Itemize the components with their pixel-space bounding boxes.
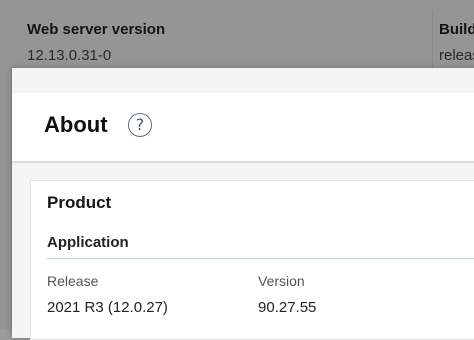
release-value: 2021 R3 (12.0.27) [47,299,168,316]
question-mark-circle-icon: ? [135,115,145,134]
section-divider [47,258,474,259]
card-title: Product [47,193,112,212]
build-value: release [439,47,474,64]
column-divider [432,10,433,68]
dialog-header: About ? [12,93,474,163]
version-value: 90.27.55 [258,299,317,316]
help-button[interactable]: ? [128,113,152,137]
release-label: Release [47,273,99,289]
build-header: Build [439,21,474,38]
web-server-version-header: Web server version [27,21,166,38]
version-label: Version [258,273,305,289]
about-dialog: About ? Product Application Release 2021… [12,68,474,340]
background-left-strip [0,68,12,329]
dialog-title: About [44,112,108,137]
dialog-top-band [12,68,474,93]
product-card: Product Application Release 2021 R3 (12.… [30,180,474,340]
web-server-version-value: 12.13.0.31-0 [27,47,112,64]
section-title-application: Application [47,234,129,251]
